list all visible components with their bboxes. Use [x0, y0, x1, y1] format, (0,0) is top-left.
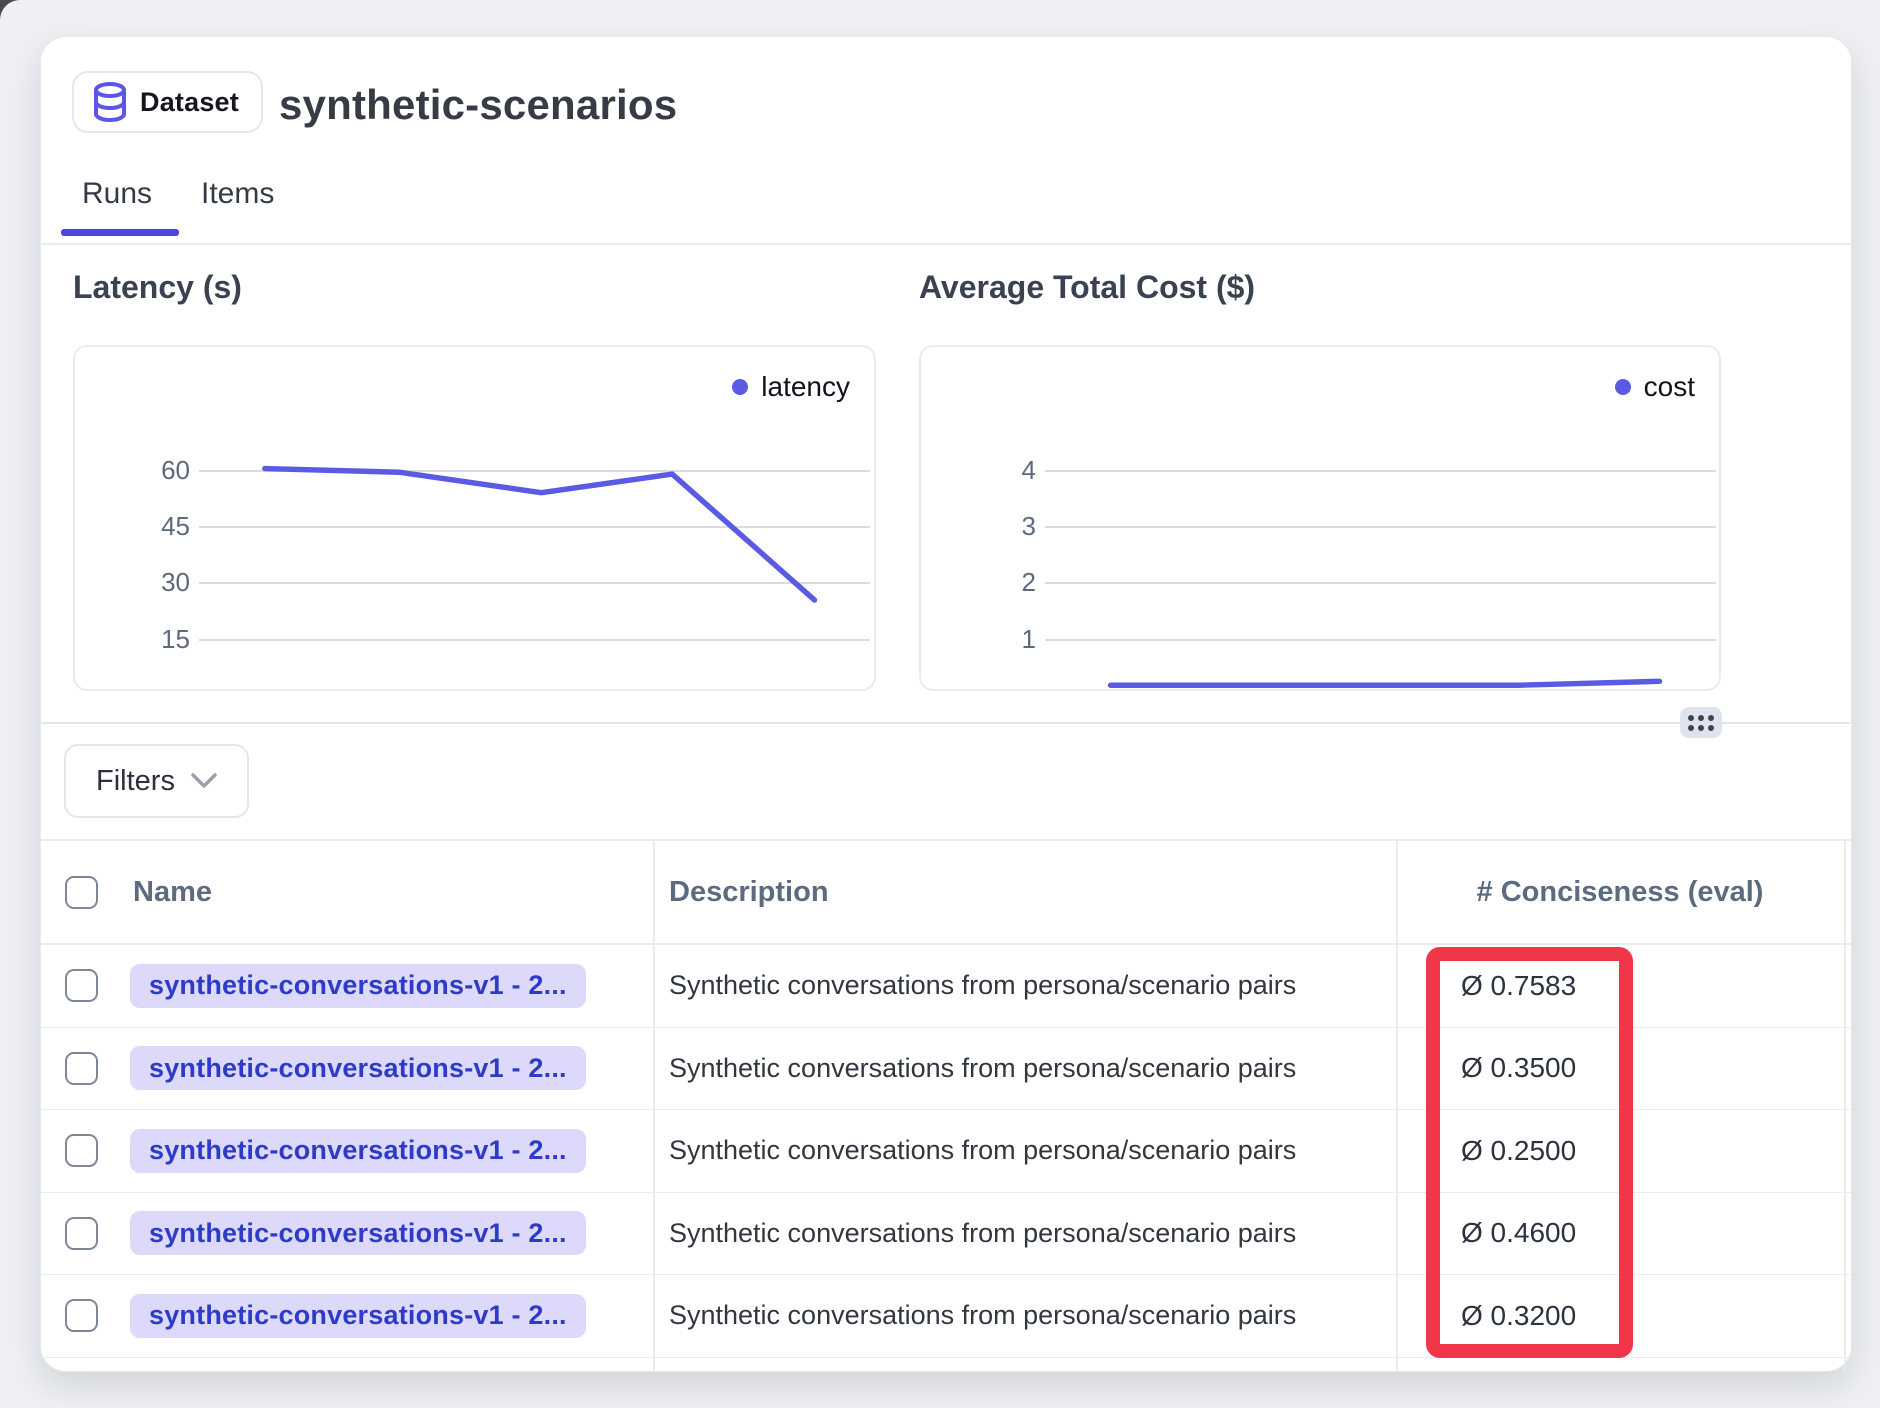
filters-button[interactable]: Filters [64, 744, 249, 818]
legend-dot-icon [1615, 379, 1631, 395]
run-name-pill[interactable]: synthetic-conversations-v1 - 2... [130, 1294, 586, 1338]
latency-chart: 60453015 latency [73, 345, 876, 691]
runs-table: Name Description # Conciseness (eval) sy… [41, 839, 1851, 1358]
run-name-pill[interactable]: synthetic-conversations-v1 - 2... [130, 964, 586, 1008]
row-checkbox[interactable] [65, 1052, 98, 1085]
run-description: Synthetic conversations from persona/sce… [669, 1135, 1296, 1165]
cost-chart-title: Average Total Cost ($) [919, 269, 1255, 306]
table-body: synthetic-conversations-v1 - 2... Synthe… [41, 945, 1851, 1358]
conciseness-value: Ø 0.7583 [1461, 970, 1576, 1001]
conciseness-value: Ø 0.3200 [1461, 1300, 1576, 1331]
section-divider [41, 722, 1851, 724]
run-name-pill[interactable]: synthetic-conversations-v1 - 2... [130, 1129, 586, 1173]
run-description: Synthetic conversations from persona/sce… [669, 1300, 1296, 1330]
chevron-down-icon [191, 773, 217, 789]
column-divider [653, 839, 655, 1371]
tab-bar: Runs Items [41, 177, 1851, 243]
conciseness-value: Ø 0.2500 [1461, 1135, 1576, 1166]
latency-chart-title: Latency (s) [73, 269, 242, 306]
grip-icon [1688, 715, 1694, 721]
tab-items[interactable]: Items [201, 177, 274, 211]
conciseness-value: Ø 0.3500 [1461, 1052, 1576, 1083]
dataset-badge: Dataset [72, 71, 263, 133]
row-checkbox[interactable] [65, 969, 98, 1002]
table-row[interactable]: synthetic-conversations-v1 - 2... Synthe… [41, 945, 1851, 1028]
column-header-description[interactable]: Description [669, 876, 829, 908]
page-title: synthetic-scenarios [279, 81, 677, 129]
run-name-pill[interactable]: synthetic-conversations-v1 - 2... [130, 1211, 586, 1255]
run-description: Synthetic conversations from persona/sce… [669, 970, 1296, 1000]
table-row[interactable]: synthetic-conversations-v1 - 2... Synthe… [41, 1028, 1851, 1111]
cost-legend[interactable]: cost [1615, 371, 1695, 403]
active-tab-indicator [61, 229, 179, 236]
column-divider [1844, 839, 1846, 1371]
run-description: Synthetic conversations from persona/sce… [669, 1053, 1296, 1083]
cost-legend-label: cost [1644, 371, 1695, 403]
run-name-pill[interactable]: synthetic-conversations-v1 - 2... [130, 1046, 586, 1090]
database-icon [92, 82, 128, 122]
table-row[interactable]: synthetic-conversations-v1 - 2... Synthe… [41, 1193, 1851, 1276]
legend-dot-icon [732, 379, 748, 395]
row-checkbox[interactable] [65, 1299, 98, 1332]
latency-legend[interactable]: latency [732, 371, 850, 403]
column-divider [1396, 839, 1398, 1371]
table-row[interactable]: synthetic-conversations-v1 - 2... Synthe… [41, 1110, 1851, 1193]
tab-runs[interactable]: Runs [82, 177, 152, 211]
column-header-conciseness[interactable]: # Conciseness (eval) [1477, 876, 1764, 908]
run-description: Synthetic conversations from persona/sce… [669, 1218, 1296, 1248]
filters-button-label: Filters [96, 765, 175, 798]
latency-legend-label: latency [761, 371, 850, 403]
cost-chart: 4321 cost [919, 345, 1721, 691]
page: { "window": { "bg": "#eef0f3" }, "header… [0, 0, 1880, 1408]
dataset-badge-label: Dataset [140, 87, 239, 118]
tab-bar-divider [41, 243, 1851, 245]
table-row[interactable]: synthetic-conversations-v1 - 2... Synthe… [41, 1275, 1851, 1358]
select-all-checkbox[interactable] [65, 876, 98, 909]
table-header-row: Name Description # Conciseness (eval) [41, 841, 1851, 945]
column-header-name[interactable]: Name [133, 876, 212, 909]
conciseness-value: Ø 0.4600 [1461, 1217, 1576, 1248]
dataset-card: Dataset synthetic-scenarios Runs Items L… [40, 36, 1852, 1372]
row-checkbox[interactable] [65, 1217, 98, 1250]
row-checkbox[interactable] [65, 1134, 98, 1167]
drag-handle-button[interactable] [1680, 707, 1722, 738]
